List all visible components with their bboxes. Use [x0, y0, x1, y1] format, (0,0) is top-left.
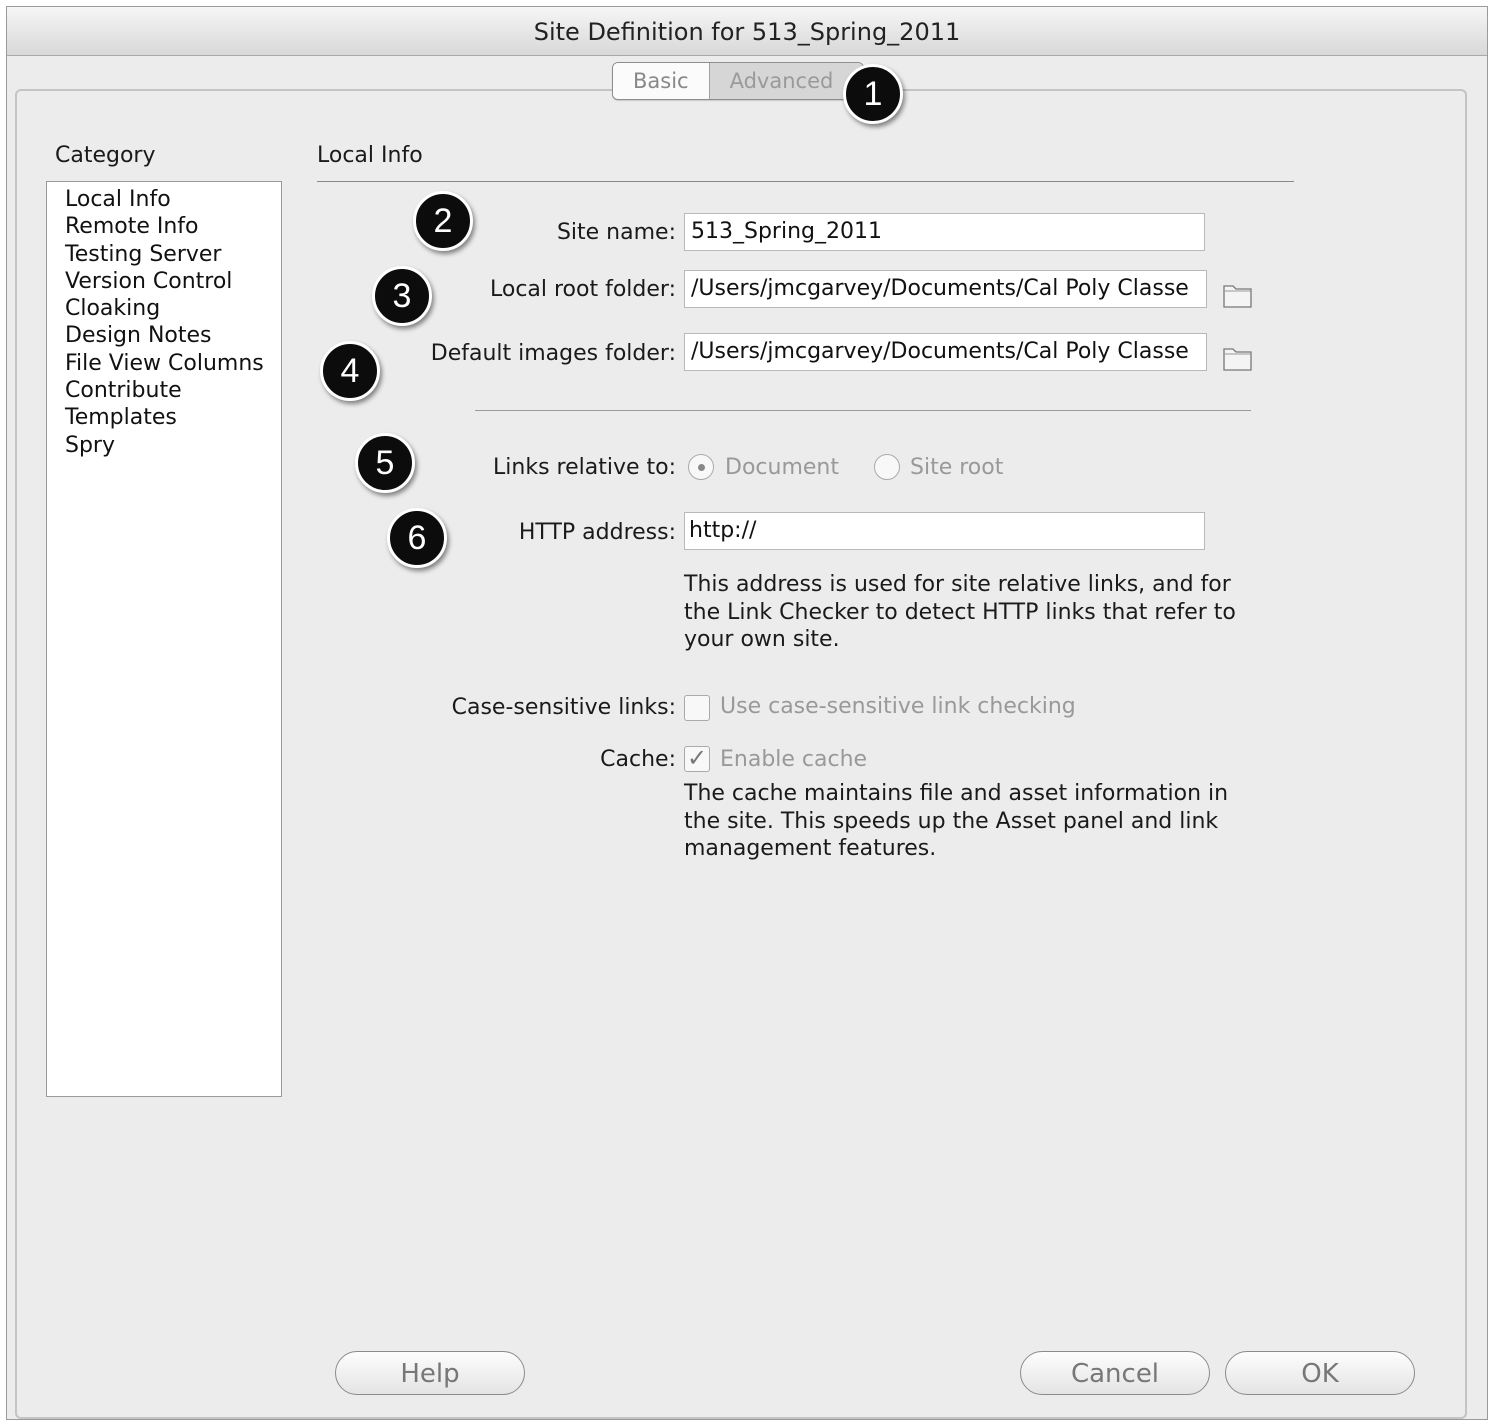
annotation-badge-5: 5 [355, 433, 415, 493]
images-folder-label: Default images folder: [430, 341, 676, 366]
links-document-radio[interactable] [688, 454, 714, 480]
folder-icon[interactable] [1221, 278, 1255, 312]
local-root-folder-input[interactable]: /Users/jmcgarvey/Documents/Cal Poly Clas… [684, 270, 1207, 308]
http-address-input[interactable]: http:// [684, 512, 1205, 550]
http-help-line: the Link Checker to detect HTTP links th… [684, 599, 1236, 625]
annotation-badge-3: 3 [372, 266, 432, 326]
annotation-badge-6: 6 [387, 508, 447, 568]
category-item-file-view-columns[interactable]: File View Columns [47, 350, 281, 377]
section-divider [317, 181, 1294, 182]
case-sensitive-checkbox-label[interactable]: Use case-sensitive link checking [720, 694, 1076, 719]
links-relative-label: Links relative to: [493, 455, 676, 480]
http-help-text: This address is used for site relative l… [684, 571, 1236, 654]
mode-tab-control: Basic Advanced [612, 62, 865, 100]
category-item-cloaking[interactable]: Cloaking [47, 295, 281, 322]
section-heading: Local Info [317, 143, 423, 168]
window-title: Site Definition for 513_Spring_2011 [533, 18, 961, 46]
cache-help-line: the site. This speeds up the Asset panel… [684, 808, 1219, 834]
cache-help-line: management features. [684, 836, 937, 861]
title-bar: Site Definition for 513_Spring_2011 [7, 7, 1487, 56]
category-item-testing-server[interactable]: Testing Server [47, 241, 281, 268]
enable-cache-checkbox[interactable]: ✓ [684, 746, 710, 772]
local-root-folder-label: Local root folder: [489, 277, 676, 302]
cache-help-line: The cache maintains file and asset infor… [684, 781, 1229, 806]
category-item-remote-info[interactable]: Remote Info [47, 213, 281, 240]
ok-button[interactable]: OK [1225, 1351, 1415, 1395]
cache-label: Cache: [600, 747, 676, 772]
category-list[interactable]: Local Info Remote Info Testing Server Ve… [46, 181, 282, 1097]
radio-selected-dot [698, 464, 705, 471]
tab-basic[interactable]: Basic [613, 63, 710, 99]
site-name-input[interactable]: 513_Spring_2011 [684, 213, 1205, 251]
cache-help-text: The cache maintains file and asset infor… [684, 780, 1228, 863]
category-item-local-info[interactable]: Local Info [47, 186, 281, 213]
category-item-spry[interactable]: Spry [47, 432, 281, 459]
images-folder-input[interactable]: /Users/jmcgarvey/Documents/Cal Poly Clas… [684, 333, 1207, 371]
links-site-root-radio[interactable] [874, 454, 900, 480]
annotation-badge-4: 4 [320, 341, 380, 401]
site-name-label: Site name: [556, 220, 676, 245]
category-item-design-notes[interactable]: Design Notes [47, 322, 281, 349]
http-help-line: This address is used for site relative l… [684, 572, 1231, 597]
case-sensitive-checkbox[interactable] [684, 695, 710, 721]
folder-icon[interactable] [1221, 341, 1255, 375]
tab-advanced[interactable]: Advanced [709, 63, 864, 99]
links-document-label[interactable]: Document [725, 455, 839, 480]
http-help-line: your own site. [684, 627, 840, 652]
category-heading: Category [55, 143, 156, 168]
fields-divider [475, 410, 1251, 411]
help-button[interactable]: Help [335, 1351, 525, 1395]
cancel-button[interactable]: Cancel [1020, 1351, 1210, 1395]
category-item-version-control[interactable]: Version Control [47, 268, 281, 295]
category-item-contribute[interactable]: Contribute [47, 377, 281, 404]
enable-cache-checkbox-label[interactable]: Enable cache [720, 747, 867, 772]
links-site-root-label[interactable]: Site root [910, 455, 1003, 480]
category-item-templates[interactable]: Templates [47, 404, 281, 431]
case-sensitive-label: Case-sensitive links: [451, 695, 676, 720]
http-address-label: HTTP address: [518, 520, 676, 545]
annotation-badge-1: 1 [843, 64, 903, 124]
annotation-badge-2: 2 [413, 191, 473, 251]
checkmark-icon: ✓ [686, 744, 708, 772]
